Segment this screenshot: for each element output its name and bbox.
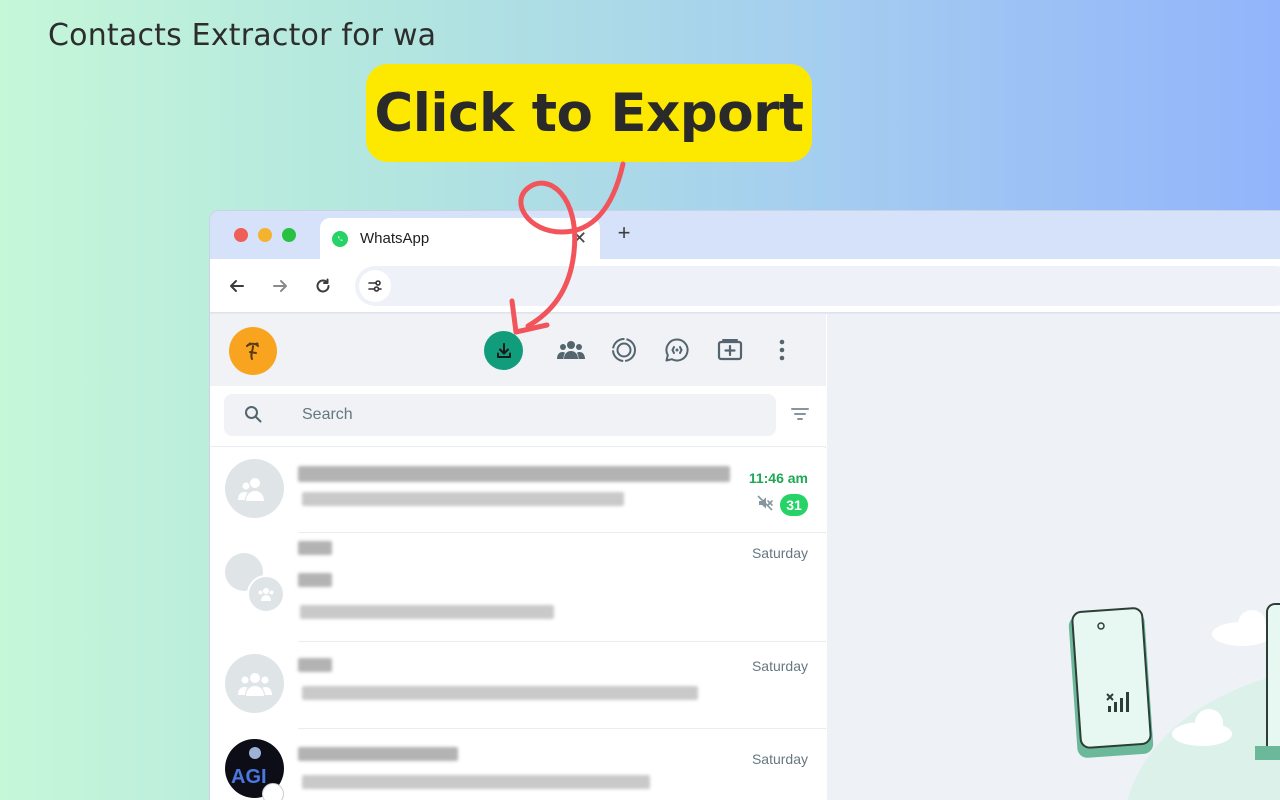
status-icon	[262, 783, 284, 800]
export-contacts-button[interactable]	[484, 331, 523, 370]
search-row	[210, 386, 826, 447]
phone-illustration	[1068, 607, 1154, 758]
list-item[interactable]: AGI Saturday	[210, 729, 826, 800]
channels-icon[interactable]	[661, 334, 693, 366]
status-icon[interactable]	[608, 334, 640, 366]
new-tab-button[interactable]: +	[612, 221, 636, 245]
sidebar-header	[210, 314, 826, 386]
mute-icon	[756, 494, 774, 517]
forward-icon[interactable]	[267, 273, 293, 299]
page-title: Contacts Extractor for wa	[48, 18, 437, 53]
filter-icon[interactable]	[790, 406, 810, 427]
communities-icon[interactable]	[555, 334, 587, 366]
menu-icon[interactable]	[766, 334, 798, 366]
address-bar[interactable]	[355, 266, 1280, 306]
reload-icon[interactable]	[310, 273, 336, 299]
svg-text:AGI: AGI	[231, 766, 267, 788]
devices-illustration	[1068, 603, 1280, 800]
window-minimize-button[interactable]	[258, 228, 272, 242]
tab-whatsapp[interactable]: WhatsApp ✕	[320, 218, 600, 259]
browser-window: WhatsApp ✕ + Search 11:46 am 31 Saturday…	[209, 210, 1280, 800]
group-icon	[225, 553, 285, 615]
chat-list-panel: 11:46 am 31 Saturday	[210, 314, 826, 800]
group-icon	[225, 654, 284, 713]
site-settings-icon[interactable]	[359, 270, 391, 302]
click-to-export-callout: Click to Export	[366, 64, 812, 162]
window-maximize-button[interactable]	[282, 228, 296, 242]
chat-time: Saturday	[751, 658, 808, 674]
chat-time: Saturday	[751, 751, 808, 767]
chat-time: 11:46 am	[748, 470, 808, 486]
whatsapp-app: 11:46 am 31 Saturday	[210, 314, 1280, 800]
list-item[interactable]: Saturday	[210, 533, 826, 641]
callout-label: Click to Export	[374, 82, 804, 144]
browser-toolbar	[210, 259, 1280, 313]
new-chat-icon[interactable]	[714, 334, 746, 366]
download-icon	[496, 342, 511, 358]
intro-panel	[827, 314, 1280, 800]
search-icon	[244, 405, 262, 428]
unread-badge: 31	[780, 494, 808, 516]
tab-title: WhatsApp	[360, 230, 430, 247]
back-icon[interactable]	[224, 273, 250, 299]
tab-close-icon[interactable]: ✕	[572, 228, 587, 249]
list-item[interactable]: Saturday	[210, 642, 826, 728]
search-box[interactable]	[224, 394, 776, 436]
tab-strip: WhatsApp ✕ +	[210, 211, 1280, 259]
window-close-button[interactable]	[234, 228, 248, 242]
search-input[interactable]	[302, 405, 742, 425]
chat-time: Saturday	[751, 545, 808, 561]
whatsapp-icon	[332, 231, 348, 247]
avatar[interactable]	[229, 327, 277, 375]
list-item[interactable]: 11:46 am 31	[210, 448, 826, 532]
group-icon	[225, 459, 284, 518]
